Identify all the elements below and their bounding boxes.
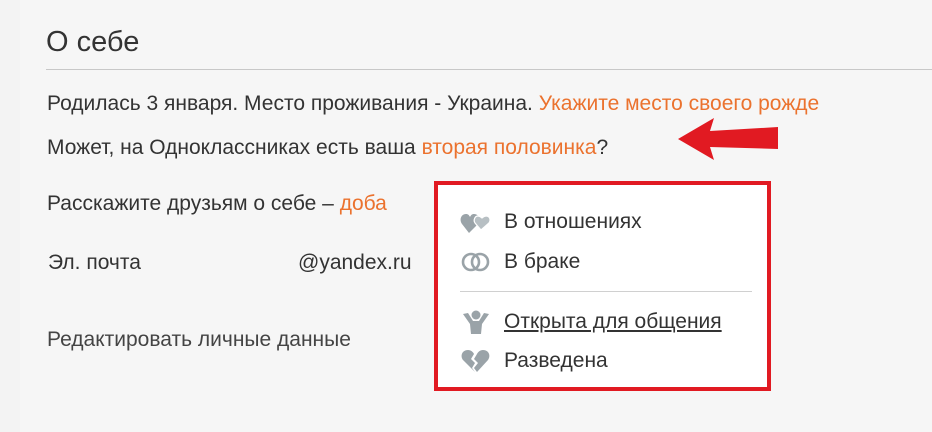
status-label: В браке <box>504 250 581 273</box>
set-location-link[interactable]: Укажите место своего рожде <box>539 92 820 115</box>
birth-residence-line: Родилась 3 января. Место проживания - Ук… <box>47 92 819 116</box>
tell-friends-text: Расскажите друзьям о себе – <box>47 192 340 215</box>
person-open-icon <box>460 309 492 335</box>
second-half-link[interactable]: вторая половинка <box>422 136 597 159</box>
status-item-married[interactable]: В браке <box>460 249 580 275</box>
status-item-divorced[interactable]: Разведена <box>460 348 608 374</box>
status-label: В отношениях <box>504 210 642 233</box>
broken-heart-icon <box>460 348 492 374</box>
section-divider <box>46 69 932 70</box>
status-item-open[interactable]: Открыта для общения <box>460 309 722 335</box>
hearts-icon <box>460 209 492 235</box>
tell-friends-line: Расскажите друзьям о себе – доба <box>47 192 387 216</box>
section-title: О себе <box>46 26 140 58</box>
partner-line: Может, на Одноклассниках есть ваша втора… <box>47 136 608 160</box>
rings-icon <box>460 249 492 275</box>
question-mark: ? <box>596 136 609 159</box>
edit-personal-data-link[interactable]: Редактировать личные данные <box>47 328 351 352</box>
red-arrow-annotation <box>678 118 778 160</box>
email-value: @yandex.ru <box>298 251 412 274</box>
birth-residence-text: Родилась 3 января. Место проживания - Ук… <box>47 92 539 115</box>
status-label: Открыта для общения <box>504 310 722 333</box>
add-about-link[interactable]: доба <box>340 192 387 215</box>
status-label: Разведена <box>504 349 608 372</box>
relationship-status-menu: В отношениях В браке Открыта для общения <box>434 181 771 391</box>
email-label: Эл. почта <box>48 251 141 274</box>
partner-question-text: Может, на Одноклассниках есть ваша <box>47 136 422 159</box>
menu-separator <box>460 291 752 292</box>
status-item-in-relationship[interactable]: В отношениях <box>460 209 642 235</box>
